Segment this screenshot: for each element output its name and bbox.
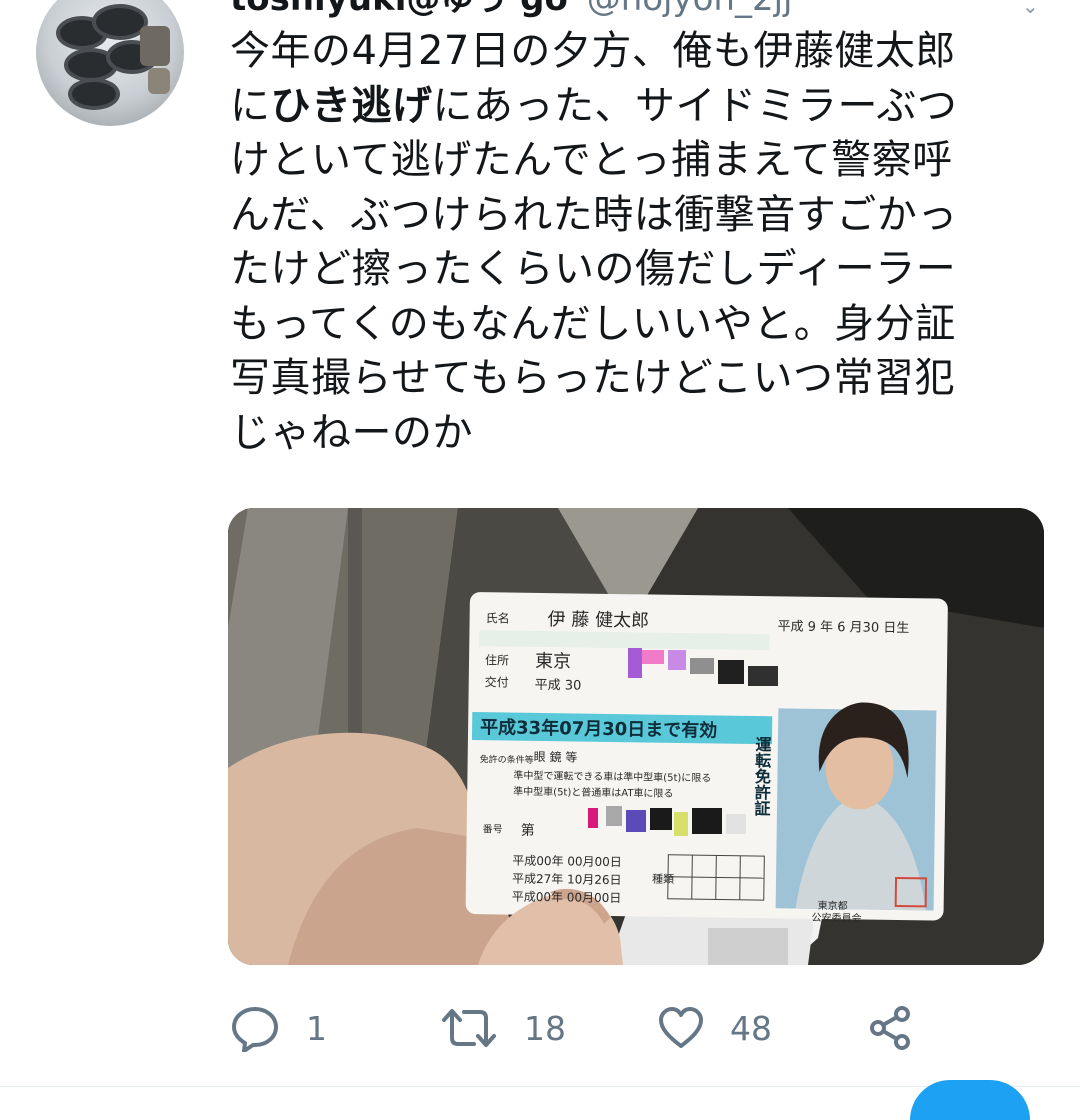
- user-handle[interactable]: @hojyoh_2jj: [587, 0, 793, 19]
- license-type-label: 種類: [652, 872, 674, 886]
- license-conditions-1: 眼 鏡 等: [534, 749, 578, 765]
- license-number-label: 番号: [483, 823, 503, 835]
- license-photo: 氏名 伊 藤 健太郎 平成 9 年 6 月30 日生 住所 東京 交付 平成 3…: [228, 508, 1044, 965]
- share-button[interactable]: [866, 1000, 914, 1056]
- reply-button[interactable]: 1: [230, 1000, 327, 1056]
- license-issuer-1: 東京都: [818, 899, 848, 912]
- like-count: 48: [730, 1008, 772, 1048]
- tweet-text-bold: ひき逃げ: [270, 82, 433, 129]
- license-name-label: 氏名: [486, 610, 510, 625]
- license-date-1: 平成00年 00月00日: [512, 854, 622, 870]
- license-date-2: 平成27年 10月26日: [512, 872, 622, 888]
- license-issue: 平成 30: [535, 678, 582, 694]
- license-birth: 平成 9 年 6 月30 日生: [777, 619, 909, 636]
- license-name: 伊 藤 健太郎: [547, 609, 649, 631]
- like-button[interactable]: 48: [658, 1000, 772, 1056]
- display-name[interactable]: toshiyuki@ゆう go: [230, 0, 568, 19]
- retweet-count: 18: [524, 1008, 566, 1048]
- heart-icon: [659, 1007, 703, 1048]
- license-number-prefix: 第: [521, 822, 535, 839]
- reply-count: 1: [306, 1008, 327, 1048]
- retweet-button[interactable]: 18: [440, 1000, 566, 1056]
- avatar[interactable]: [36, 0, 184, 126]
- tweet-header: toshiyuki@ゆう go @hojyoh_2jj: [230, 0, 792, 22]
- license-issue-label: 交付: [485, 674, 509, 689]
- retweet-icon: [442, 1009, 496, 1047]
- license-address: 東京: [535, 651, 571, 673]
- license-address-label: 住所: [485, 653, 509, 667]
- license-vertical-title: 運転免許証: [751, 736, 771, 817]
- tweet-text: 今年の4月27日の夕方、俺も伊藤健太郎 にひき逃げにあった、サイドミラーぶつ け…: [230, 24, 1045, 460]
- license-date-3: 平成00年 00月00日: [512, 890, 622, 906]
- tweet-actions: 1 18 48: [230, 1000, 930, 1056]
- license-conditions-label: 免許の条件等: [480, 753, 534, 766]
- share-icon: [870, 1006, 910, 1050]
- tweet-media[interactable]: 氏名 伊 藤 健太郎 平成 9 年 6 月30 日生 住所 東京 交付 平成 3…: [228, 508, 1044, 965]
- license-issuer-2: 公安委員会: [811, 911, 861, 925]
- reply-icon: [232, 1007, 278, 1052]
- divider: [0, 1086, 1080, 1087]
- tweet-text-part-2: にあった、サイドミラーぶつ けといて逃げたんでとっ捕まえて警察呼 んだ、ぶつけら…: [230, 82, 958, 456]
- license-validity: 平成33年07月30日まで有効: [480, 716, 717, 741]
- compose-fab[interactable]: [910, 1080, 1030, 1120]
- chevron-down-icon[interactable]: ⌄: [1022, 0, 1040, 18]
